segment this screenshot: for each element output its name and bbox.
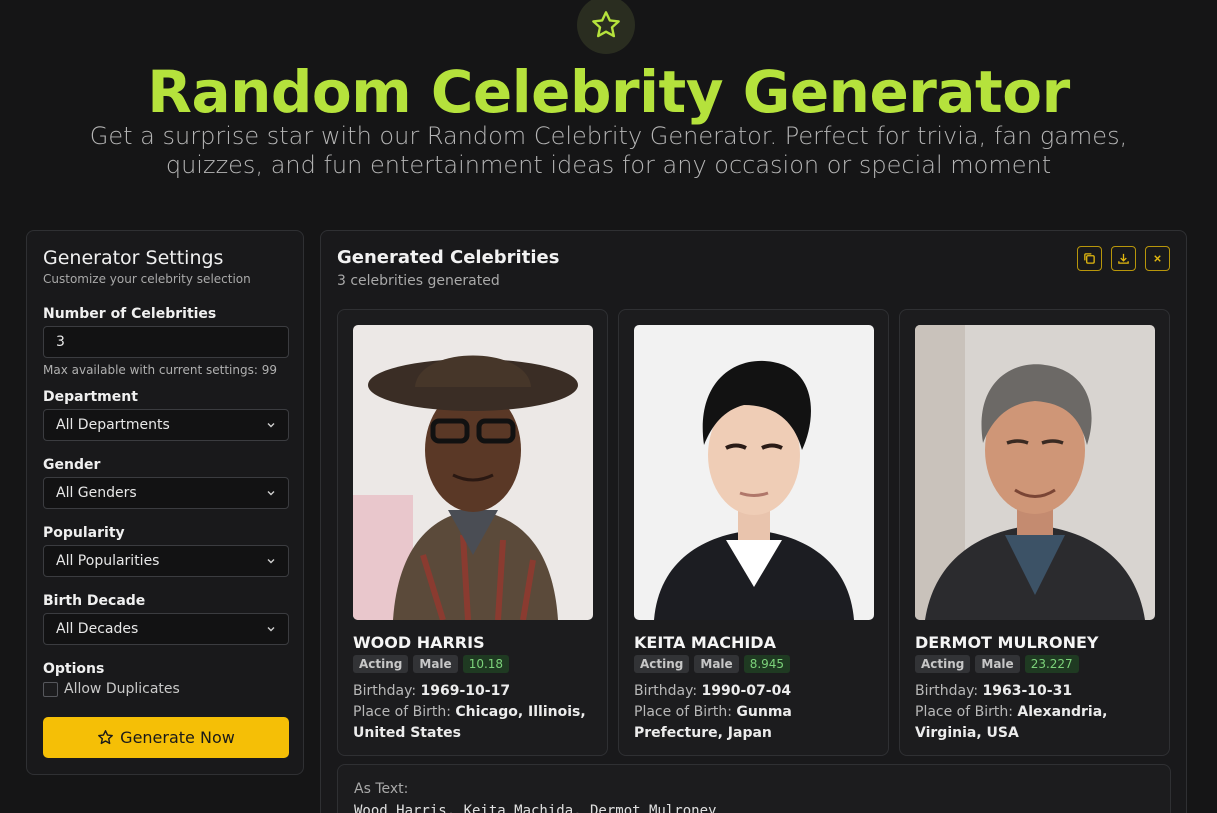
as-text-value[interactable]: Wood Harris, Keita Machida, Dermot Mulro… <box>354 803 1154 813</box>
department-badge: Acting <box>634 655 690 673</box>
results-actions <box>1077 246 1170 271</box>
birthday-value: 1963-10-31 <box>982 683 1073 699</box>
results-count: 3 celebrities generated <box>337 273 500 289</box>
popularity-badge: 23.227 <box>1024 655 1079 673</box>
celebrity-name: DERMOT MULRONEY <box>915 633 1099 652</box>
celebrity-photo <box>634 325 874 620</box>
chevron-down-icon <box>267 627 275 632</box>
gender-badge: Male <box>975 655 1020 673</box>
birthplace-row: Place of Birth: Alexandria, Virginia, US… <box>915 702 1154 744</box>
birthday-label: Birthday: <box>353 683 417 699</box>
count-label: Number of Celebrities <box>43 306 217 322</box>
download-icon <box>1118 253 1129 264</box>
hero-star-badge <box>577 0 635 54</box>
star-icon <box>592 11 620 38</box>
celebrity-info: Birthday: 1969-10-17 Place of Birth: Chi… <box>353 681 592 744</box>
birthday-label: Birthday: <box>915 683 979 699</box>
celebrity-photo <box>353 325 593 620</box>
settings-title: Generator Settings <box>43 247 224 269</box>
celebrity-name: WOOD HARRIS <box>353 633 485 652</box>
generate-button[interactable]: Generate Now <box>43 717 289 758</box>
popularity-select[interactable]: All Popularities <box>43 545 289 577</box>
decade-label: Birth Decade <box>43 593 146 609</box>
allow-duplicates-label: Allow Duplicates <box>64 681 180 697</box>
results-panel: Generated Celebrities 3 celebrities gene… <box>320 230 1187 813</box>
gender-badge: Male <box>694 655 739 673</box>
options-label: Options <box>43 661 105 677</box>
decade-select[interactable]: All Decades <box>43 613 289 645</box>
chevron-down-icon <box>267 491 275 496</box>
gender-badge: Male <box>413 655 458 673</box>
page-subtitle: Get a surprise star with our Random Cele… <box>89 122 1128 179</box>
birthplace-row: Place of Birth: Gunma Prefecture, Japan <box>634 702 873 744</box>
allow-duplicates-checkbox[interactable] <box>43 681 58 697</box>
celebrity-card: WOOD HARRIS Acting Male 10.18 Birthday: … <box>337 309 608 756</box>
popularity-label: Popularity <box>43 525 125 541</box>
birthday-row: Birthday: 1963-10-31 <box>915 681 1154 702</box>
birthday-row: Birthday: 1990-07-04 <box>634 681 873 702</box>
as-text-box: As Text: Wood Harris, Keita Machida, Der… <box>337 764 1171 813</box>
as-text-label: As Text: <box>354 781 409 797</box>
celebrity-tags: Acting Male 23.227 <box>915 655 1154 673</box>
decade-value: All Decades <box>56 621 139 637</box>
birthplace-label: Place of Birth: <box>634 704 732 720</box>
close-icon <box>1154 255 1161 262</box>
celebrity-cards: WOOD HARRIS Acting Male 10.18 Birthday: … <box>337 309 1170 756</box>
star-icon <box>98 730 114 745</box>
count-value: 3 <box>56 334 65 350</box>
download-button[interactable] <box>1111 246 1136 271</box>
celebrity-tags: Acting Male 8.945 <box>634 655 873 673</box>
birthplace-label: Place of Birth: <box>353 704 451 720</box>
birthplace-row: Place of Birth: Chicago, Illinois, Unite… <box>353 702 592 744</box>
celebrity-card: KEITA MACHIDA Acting Male 8.945 Birthday… <box>618 309 889 756</box>
allow-duplicates-option[interactable]: Allow Duplicates <box>43 681 287 697</box>
celebrity-tags: Acting Male 10.18 <box>353 655 592 673</box>
birthday-label: Birthday: <box>634 683 698 699</box>
gender-value: All Genders <box>56 485 137 501</box>
department-select[interactable]: All Departments <box>43 409 289 441</box>
celebrity-photo <box>915 325 1155 620</box>
birthday-value: 1969-10-17 <box>420 683 511 699</box>
celebrity-info: Birthday: 1990-07-04 Place of Birth: Gun… <box>634 681 873 744</box>
copy-button[interactable] <box>1077 246 1102 271</box>
clear-button[interactable] <box>1145 246 1170 271</box>
count-hint: Max available with current settings: 99 <box>43 363 277 377</box>
department-badge: Acting <box>915 655 971 673</box>
chevron-down-icon <box>267 423 275 428</box>
popularity-badge: 8.945 <box>743 655 791 673</box>
celebrity-name: KEITA MACHIDA <box>634 633 776 652</box>
copy-icon <box>1084 253 1095 264</box>
count-input[interactable]: 3 <box>43 326 289 358</box>
birthplace-label: Place of Birth: <box>915 704 1013 720</box>
department-label: Department <box>43 389 138 405</box>
celebrity-info: Birthday: 1963-10-31 Place of Birth: Ale… <box>915 681 1154 744</box>
popularity-badge: 10.18 <box>462 655 510 673</box>
birthday-row: Birthday: 1969-10-17 <box>353 681 592 702</box>
birthday-value: 1990-07-04 <box>701 683 792 699</box>
results-title: Generated Celebrities <box>337 247 560 268</box>
generator-settings-panel: Generator Settings Customize your celebr… <box>26 230 304 775</box>
gender-label: Gender <box>43 457 101 473</box>
settings-subtitle: Customize your celebrity selection <box>43 272 251 286</box>
department-badge: Acting <box>353 655 409 673</box>
gender-select[interactable]: All Genders <box>43 477 289 509</box>
page-title: Random Celebrity Generator <box>147 58 1070 126</box>
celebrity-card: DERMOT MULRONEY Acting Male 23.227 Birth… <box>899 309 1170 756</box>
chevron-down-icon <box>267 559 275 564</box>
popularity-value: All Popularities <box>56 553 160 569</box>
department-value: All Departments <box>56 417 170 433</box>
generate-button-label: Generate Now <box>120 728 235 747</box>
